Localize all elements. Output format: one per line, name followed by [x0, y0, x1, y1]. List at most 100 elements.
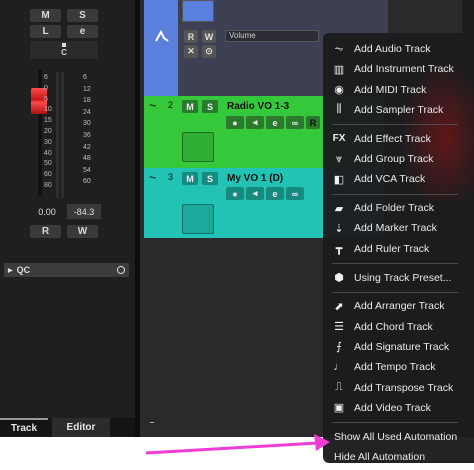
folder-icon: ▰	[334, 202, 344, 215]
menu-item-label: Show All Used Automation	[334, 430, 458, 443]
menu-item-add-tempo-track[interactable]: ♩ Add Tempo Track	[330, 357, 474, 377]
track-solo-button[interactable]: S	[202, 172, 218, 185]
menu-item-add-ruler-track[interactable]: ┳ Add Ruler Track	[330, 239, 474, 259]
menu-item-add-sampler-track[interactable]: ⫼ Add Sampler Track	[330, 100, 474, 120]
menu-item-add-chord-track[interactable]: ☰ Add Chord Track	[330, 317, 474, 337]
menu-item-label: Add Video Track	[354, 401, 431, 414]
monitor-button[interactable]: ●	[226, 116, 244, 129]
read-button[interactable]: ◂	[246, 116, 264, 129]
mute-button[interactable]: M	[30, 9, 61, 22]
fader-scale-label: 80	[44, 182, 52, 189]
edit-button[interactable]: e	[266, 187, 284, 200]
menu-item-label: Add Chord Track	[354, 320, 433, 333]
menu-item-label: Add VCA Track	[354, 173, 426, 186]
automation-parameter-select[interactable]: Volume	[225, 30, 319, 42]
channel-selector[interactable]: C	[30, 41, 98, 59]
transpose-icon: ⎍	[335, 381, 343, 393]
menu-item-label: Add Effect Track	[354, 132, 431, 145]
listen-button[interactable]: L	[30, 25, 61, 38]
read-button[interactable]: ◂	[246, 187, 264, 200]
level-meter-right	[61, 72, 64, 198]
menu-item-label: Add Signature Track	[354, 340, 450, 353]
fader-scale-label: 20	[44, 128, 52, 135]
fader-scale-label: 5	[44, 95, 48, 103]
keyboard-icon: ▥	[333, 63, 345, 76]
menu-item-label: Add Folder Track	[354, 202, 434, 215]
menu-item-using-track-preset[interactable]: ⬢ Using Track Preset...	[330, 268, 474, 288]
qc-activate-icon[interactable]	[117, 266, 125, 274]
track-number: 3	[168, 172, 174, 182]
track-type-waveform-icon: ⏦	[149, 100, 157, 110]
signature-icon: ⨍	[336, 341, 342, 354]
sampler-icon: ⫼	[336, 103, 342, 116]
menu-item-label: Add Arranger Track	[354, 300, 445, 313]
loop-button[interactable]: ∞	[286, 187, 304, 200]
preset-icon: ⬢	[334, 272, 344, 284]
track-thumbnail	[182, 132, 214, 162]
record-button[interactable]: R	[306, 116, 320, 129]
track-inspector: M S L e C 0.00 -84.3 R W ▶ QC Track Edit…	[0, 0, 137, 437]
menu-item-add-signature-track[interactable]: ⨍ Add Signature Track	[330, 337, 474, 357]
read-automation-button[interactable]: R	[30, 225, 61, 238]
menu-item-add-midi-track[interactable]: ◉ Add MIDI Track	[330, 80, 474, 100]
track-name[interactable]: My VO 1 (D)	[227, 173, 283, 184]
meter-scale-label: 6	[83, 74, 87, 81]
automation-read-button[interactable]: R	[184, 30, 198, 43]
track-thumbnail	[182, 204, 214, 234]
waveform-icon: ⏦	[334, 42, 344, 55]
menu-item-hide-all-automation[interactable]: Hide All Automation	[334, 447, 474, 467]
bottom-marker	[150, 422, 154, 423]
menu-separator	[332, 263, 458, 264]
menu-item-add-marker-track[interactable]: ⇣ Add Marker Track	[330, 218, 474, 238]
automation-lock-button[interactable]: ⊙	[202, 45, 216, 58]
tab-track[interactable]: Track	[0, 418, 48, 437]
menu-item-label: Add Sampler Track	[354, 103, 444, 116]
write-automation-button[interactable]: W	[67, 225, 98, 238]
track-solo-button[interactable]: S	[202, 100, 218, 113]
menu-item-label: Add Group Track	[354, 153, 434, 165]
menu-item-add-folder-track[interactable]: ▰ Add Folder Track	[330, 198, 474, 218]
scrollbar[interactable]	[462, 0, 474, 33]
fader-scale-label: 60	[44, 171, 52, 179]
menu-item-add-arranger-track[interactable]: ⬈ Add Arranger Track	[330, 296, 474, 316]
menu-item-add-vca-track[interactable]: ◧ Add VCA Track	[330, 169, 474, 189]
inspector-tabs: Track Editor	[0, 418, 137, 437]
menu-item-add-transpose-track[interactable]: ⎍ Add Transpose Track	[330, 378, 474, 398]
menu-item-add-audio-track[interactable]: ⏦ Add Audio Track	[330, 39, 474, 59]
track-name[interactable]: Radio VO 1-3	[227, 101, 289, 112]
chord-icon: ☰	[334, 321, 344, 334]
menu-item-label: Add Transpose Track	[354, 381, 454, 394]
menu-separator	[332, 291, 458, 293]
meter-scale-label: 24	[83, 108, 91, 116]
edit-button[interactable]: e	[266, 116, 284, 129]
meter-scale-label: 54	[83, 166, 91, 174]
meter-scale-label: 18	[83, 97, 91, 105]
fader-scale-label: 0	[44, 84, 48, 92]
fader-scale-label: 6	[44, 74, 48, 81]
fader-scale-label: 15	[44, 117, 52, 125]
tab-editor[interactable]: Editor	[52, 418, 110, 437]
menu-item-add-video-track[interactable]: ▣ Add Video Track	[330, 398, 474, 418]
automation-parameter-label: Volume	[229, 31, 256, 40]
menu-item-add-instrument-track[interactable]: ▥ Add Instrument Track	[330, 59, 474, 79]
track-type-waveform-icon: ⏦	[149, 172, 157, 182]
automation-top-box	[182, 0, 214, 22]
loop-button[interactable]: ∞	[286, 116, 304, 129]
menu-item-add-group-track[interactable]: ⩔ Add Group Track	[330, 149, 474, 169]
menu-item-show-all-used-automation[interactable]: Show All Used Automation	[334, 427, 474, 447]
monitor-button[interactable]: ●	[226, 187, 244, 200]
track-mute-button[interactable]: M	[182, 100, 198, 113]
menu-item-label: Add Instrument Track	[354, 63, 454, 76]
volume-value[interactable]: 0.00	[30, 204, 64, 219]
automation-mute-button[interactable]: ✕	[184, 45, 198, 58]
video-icon: ▣	[333, 402, 345, 415]
solo-button[interactable]: S	[67, 9, 98, 22]
edit-channel-button[interactable]: e	[67, 25, 98, 38]
pan-value[interactable]: -84.3	[67, 204, 101, 219]
fader-scale-label: 10	[44, 106, 52, 114]
automation-write-button[interactable]: W	[202, 30, 216, 43]
menu-item-add-effect-track[interactable]: FX Add Effect Track	[330, 129, 474, 149]
track-mute-button[interactable]: M	[182, 172, 198, 185]
ruler-icon: ┳	[335, 243, 343, 256]
quick-controls-section[interactable]: ▶ QC	[4, 263, 129, 277]
